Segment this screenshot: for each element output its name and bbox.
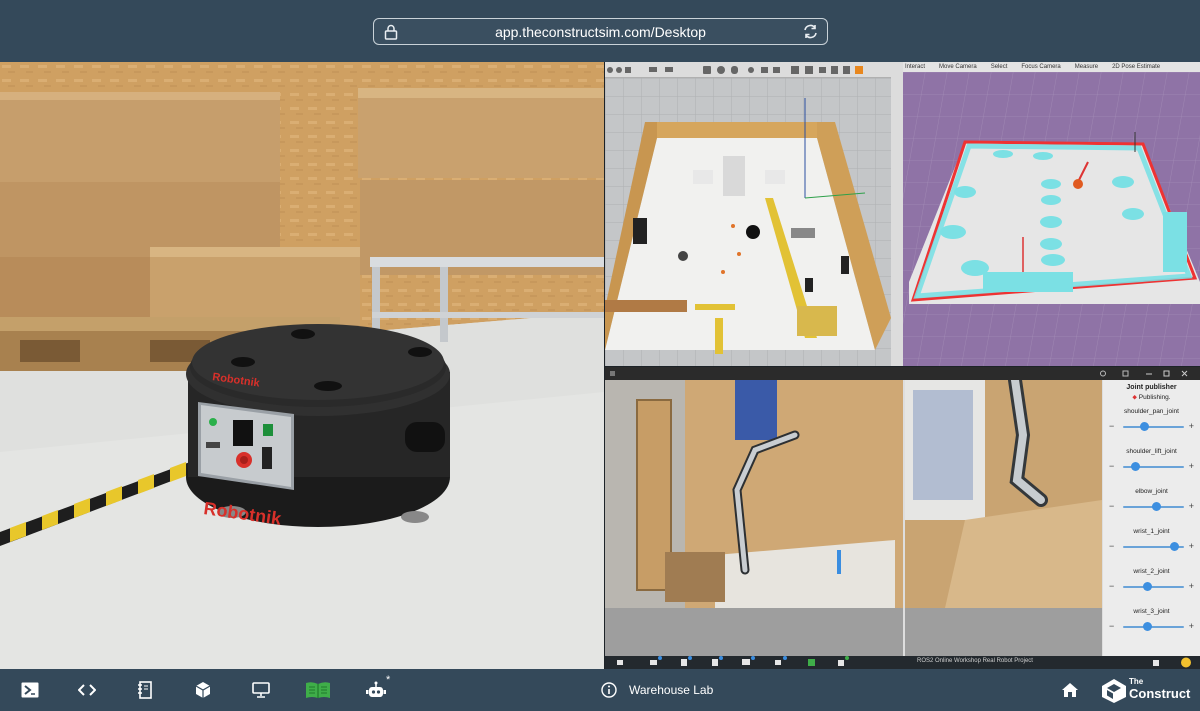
window-controls xyxy=(610,370,1188,377)
gazebo-simulation-view[interactable] xyxy=(605,62,891,366)
robot-arm-camera-image xyxy=(605,380,903,656)
rviz-map-view[interactable]: Interact Move Camera Select Focus Camera… xyxy=(903,62,1200,366)
increment-button[interactable]: + xyxy=(1189,501,1194,511)
joint-slider-track[interactable] xyxy=(1123,586,1184,588)
warehouse-scene-image: Robotnik Robotnik xyxy=(0,62,604,669)
workspace-name: Warehouse Lab xyxy=(629,683,714,697)
increment-button[interactable]: + xyxy=(1189,421,1194,431)
joint-slider-list: shoulder_pan_joint − + shoulder_lift_joint −… xyxy=(1103,402,1200,642)
code-editor-icon[interactable] xyxy=(76,679,98,701)
robot-badge: * xyxy=(386,674,391,686)
joint-name: wrist_2_joint xyxy=(1133,568,1170,575)
rviz-tool-focus-camera[interactable]: Focus Camera xyxy=(1021,64,1060,70)
rviz-toolbar: Interact Move Camera Select Focus Camera… xyxy=(903,62,1200,72)
increment-button[interactable]: + xyxy=(1189,621,1194,631)
rviz-tool-select[interactable]: Select xyxy=(991,64,1008,70)
joint-slider-row[interactable]: wrist_1_joint − + xyxy=(1103,522,1200,562)
joint-slider-row[interactable]: wrist_3_joint − + xyxy=(1103,602,1200,642)
joint-name: wrist_1_joint xyxy=(1133,528,1170,535)
construct-logo-icon xyxy=(1102,679,1126,703)
joint-name: shoulder_pan_joint xyxy=(1124,408,1179,415)
reload-icon[interactable] xyxy=(802,23,819,40)
brand-small-text: The xyxy=(1129,677,1144,686)
robot-icon[interactable] xyxy=(365,679,387,701)
joint-publisher-title: Joint publisher xyxy=(1126,384,1177,391)
url-bar[interactable]: app.theconstructsim.com/Desktop xyxy=(373,18,828,45)
joint-slider-row[interactable]: wrist_2_joint − + xyxy=(1103,562,1200,602)
joint-publisher-status: ⬥ Publishing. xyxy=(1103,394,1200,402)
joint-slider-row[interactable]: shoulder_lift_joint − + xyxy=(1103,442,1200,482)
rviz-tool-measure[interactable]: Measure xyxy=(1075,64,1098,70)
inner-taskbar-icons xyxy=(617,656,1191,668)
camera-joint-window[interactable]: Joint publisher ⬥ Publishing. shoulder_p… xyxy=(605,367,1200,656)
address-bar-region: app.theconstructsim.com/Desktop xyxy=(0,0,1200,62)
rviz-tool-2d-pose-estimate[interactable]: 2D Pose Estimate xyxy=(1112,64,1160,70)
joint-slider-track[interactable] xyxy=(1123,626,1184,628)
increment-button[interactable]: + xyxy=(1189,461,1194,471)
joint-slider-row[interactable]: shoulder_pan_joint − + xyxy=(1103,402,1200,442)
gazebo-toolbar xyxy=(605,62,891,78)
desktop-workspace: Robotnik Robotnik Interact Move Camera S… xyxy=(0,62,1200,669)
joint-name: wrist_3_joint xyxy=(1133,608,1170,615)
joint-name: shoulder_lift_joint xyxy=(1126,448,1177,455)
joint-publisher-panel[interactable]: Joint publisher ⬥ Publishing. shoulder_p… xyxy=(1103,380,1200,656)
joint-slider-knob[interactable] xyxy=(1170,542,1180,551)
gazebo-side-panel xyxy=(891,62,903,366)
joint-name: elbow_joint xyxy=(1135,488,1168,495)
rviz-tool-move-camera[interactable]: Move Camera xyxy=(939,64,977,70)
joint-slider-knob[interactable] xyxy=(1130,462,1140,471)
joint-slider-knob[interactable] xyxy=(1142,582,1152,591)
increment-button[interactable]: + xyxy=(1189,581,1194,591)
inner-desktop-taskbar: ROS2 Online Workshop Real Robot Project xyxy=(605,656,1200,669)
decrement-button[interactable]: − xyxy=(1109,501,1114,511)
joint-slider-knob[interactable] xyxy=(1142,622,1152,631)
increment-button[interactable]: + xyxy=(1189,541,1194,551)
gazebo-scene-image xyxy=(605,78,891,366)
info-icon[interactable] xyxy=(601,682,617,698)
decrement-button[interactable]: − xyxy=(1109,581,1114,591)
brand-big-text: Construct xyxy=(1129,686,1191,701)
arm-closeup-camera-image xyxy=(905,380,1102,656)
notebook-icon[interactable] xyxy=(134,679,156,701)
robot-photo: Robotnik Robotnik xyxy=(0,62,604,669)
joint-slider-knob[interactable] xyxy=(1139,422,1149,431)
decrement-button[interactable]: − xyxy=(1109,541,1114,551)
pin-icon: ⬥ xyxy=(1132,394,1137,401)
decrement-button[interactable]: − xyxy=(1109,461,1114,471)
monitor-icon[interactable] xyxy=(250,679,272,701)
terminal-icon[interactable] xyxy=(19,679,41,701)
decrement-button[interactable]: − xyxy=(1109,421,1114,431)
workspace-info[interactable]: Warehouse Lab xyxy=(601,680,713,700)
camera-feed-right xyxy=(905,380,1102,656)
camera-feed-left xyxy=(605,380,903,656)
gazebo-toolbar-icons xyxy=(607,66,863,74)
decrement-button[interactable]: − xyxy=(1109,621,1114,631)
joint-slider-track[interactable] xyxy=(1123,426,1184,428)
rviz-tool-interact[interactable]: Interact xyxy=(905,64,925,70)
joint-slider-knob[interactable] xyxy=(1152,502,1162,511)
window-titlebar xyxy=(605,367,1200,380)
joint-publisher-status-text: Publishing. xyxy=(1138,394,1171,401)
inner-taskbar-title: ROS2 Online Workshop Real Robot Project xyxy=(917,658,1033,664)
the-construct-logo[interactable]: The Construct xyxy=(1101,677,1193,705)
url-text[interactable]: app.theconstructsim.com/Desktop xyxy=(374,24,827,40)
open-book-icon[interactable] xyxy=(305,679,331,701)
bottom-taskbar: * Warehouse Lab The Construct xyxy=(0,669,1200,711)
rviz-map-image xyxy=(903,72,1200,366)
home-icon[interactable] xyxy=(1059,679,1081,701)
cube-icon[interactable] xyxy=(192,679,214,701)
joint-slider-row[interactable]: elbow_joint − + xyxy=(1103,482,1200,522)
